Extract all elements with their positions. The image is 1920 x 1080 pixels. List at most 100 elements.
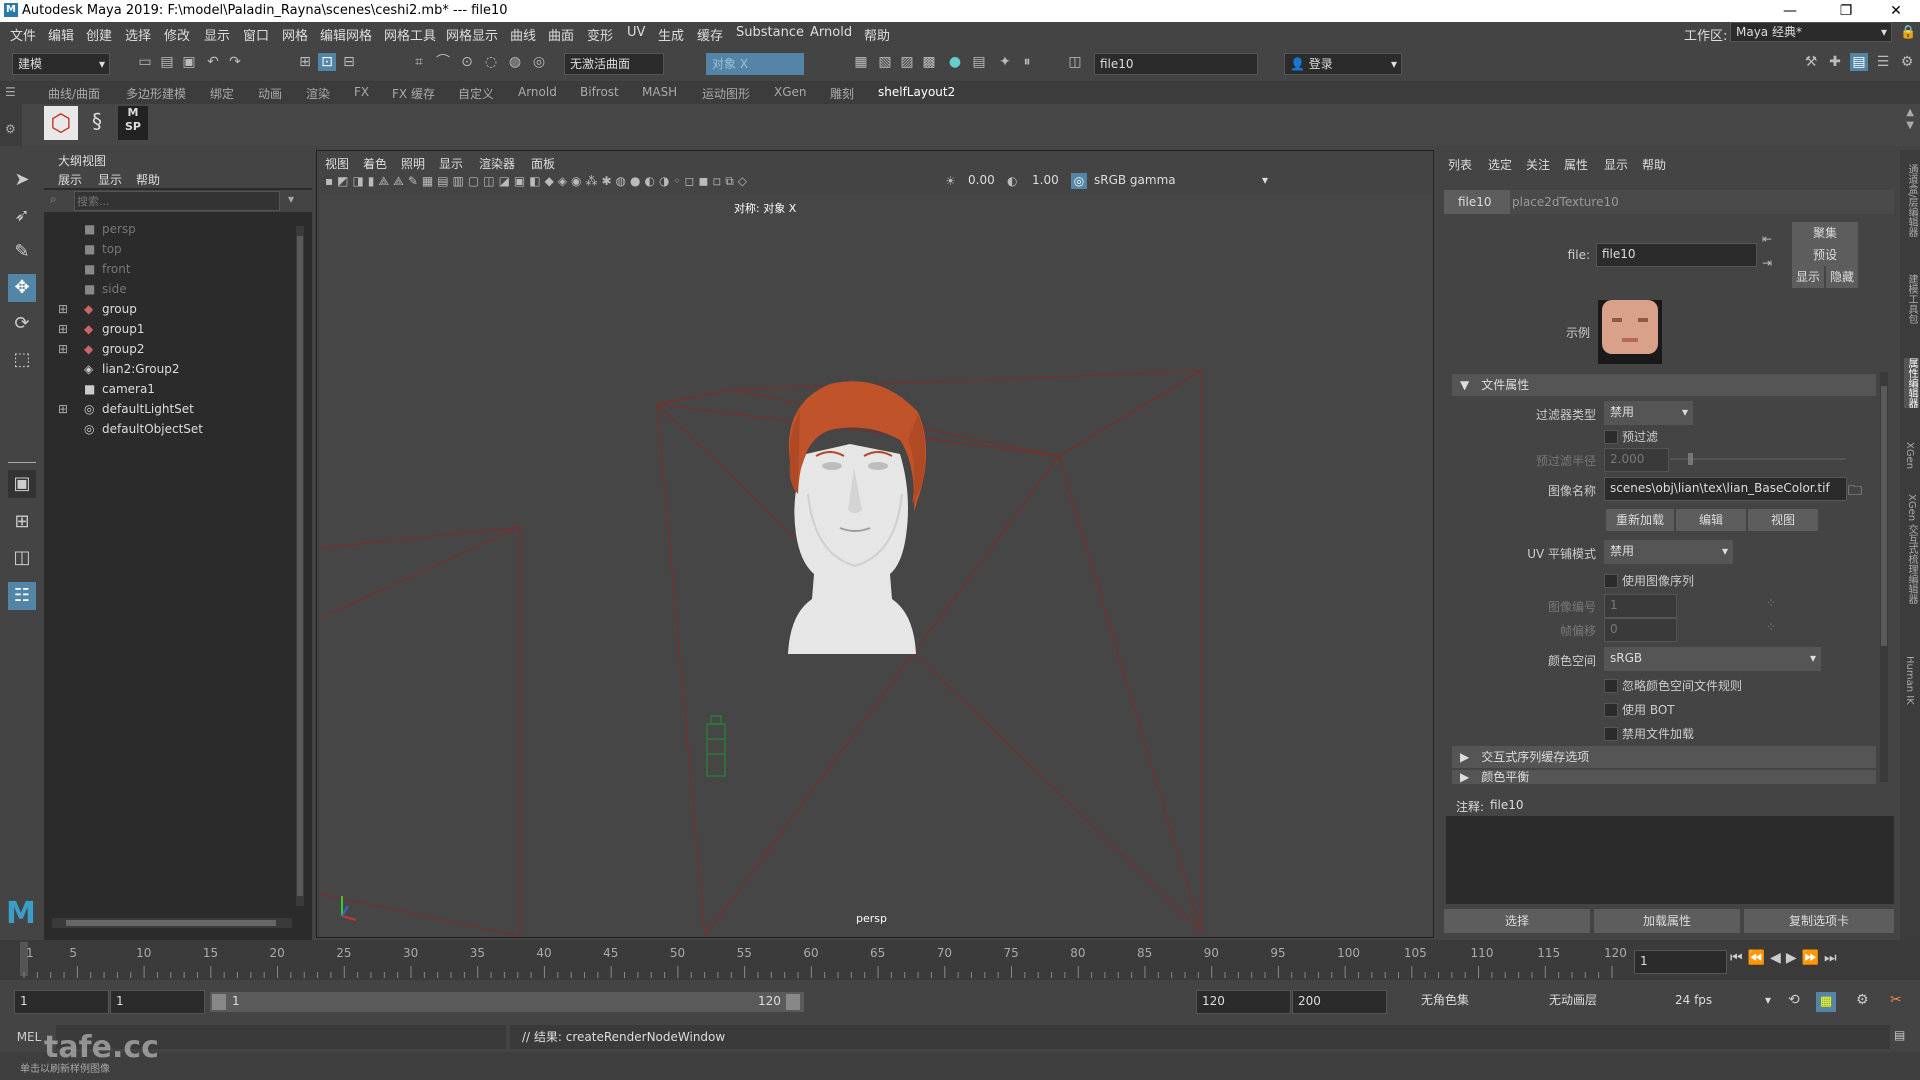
copy-tab-button[interactable]: 复制选项卡 (1744, 909, 1894, 933)
ae-tab-place2dtexture10[interactable]: place2dTexture10 (1510, 190, 1894, 214)
menu-select[interactable]: 选择 (125, 25, 151, 44)
menu-mesh[interactable]: 网格 (282, 25, 308, 44)
workspace-dropdown[interactable]: Maya 经典* ▾ (1730, 22, 1892, 42)
gamma-field[interactable]: 1.00 (1027, 172, 1072, 190)
script-editor-icon[interactable]: ▤ (1894, 1028, 1905, 1042)
rotate-tool-icon[interactable]: ⟳ (8, 310, 36, 338)
shelf-tab-fx-cache[interactable]: FX 缓存 (392, 85, 435, 102)
side-tab-attribute-editor[interactable]: 属性编辑器 (1904, 358, 1919, 408)
shelf-tab-rendering[interactable]: 渲染 (306, 85, 330, 102)
menu-substance[interactable]: Substance (736, 25, 804, 40)
prefilter-radius-field[interactable]: 2.000 (1604, 448, 1669, 472)
viewport-menu-lighting[interactable]: 照明 (401, 155, 425, 172)
channel-box-icon[interactable]: ⚙ (1898, 53, 1916, 71)
ae-vscroll[interactable] (1880, 372, 1888, 782)
3d-viewport[interactable]: 对称: 对象 X persp (320, 194, 1432, 936)
select-hierarchy-icon[interactable]: ⊞ (296, 53, 314, 71)
shelf-scroll-icon[interactable]: ▲ ▼ (1906, 106, 1914, 132)
menu-help[interactable]: 帮助 (864, 25, 890, 44)
range-slider[interactable]: 1 120 (210, 992, 804, 1012)
loop-icon[interactable]: ⟲ (1788, 992, 1800, 1008)
menu-surfaces[interactable]: 曲面 (548, 25, 574, 44)
anim-prefs-icon[interactable]: ⚙ (1856, 992, 1869, 1008)
live-surface-field[interactable]: 无激活曲面 (564, 53, 664, 75)
shelf-menu-icon[interactable]: ☰ (5, 85, 16, 99)
side-tab-xgen[interactable]: XGen (1904, 442, 1915, 469)
shelf-tab-poly[interactable]: 多边形建模 (126, 85, 186, 102)
menu-create[interactable]: 创建 (86, 25, 112, 44)
ae-menu-focus[interactable]: 关注 (1526, 156, 1550, 173)
save-scene-icon[interactable]: ▣ (180, 53, 198, 71)
output-connections-icon[interactable]: ⇥ (1762, 256, 1772, 270)
ae-color-space-dropdown[interactable]: sRGB ▾ (1604, 647, 1821, 671)
hypershade-icon[interactable]: ● (946, 53, 964, 71)
two-pane-layout-icon[interactable]: ◫ (8, 544, 36, 572)
use-image-sequence-checkbox[interactable] (1604, 574, 1618, 588)
exposure-field[interactable]: 0.00 (963, 172, 1008, 190)
menu-uv[interactable]: UV (627, 25, 645, 40)
snap-grid-icon[interactable]: ⌗ (410, 53, 428, 71)
arnold-render-icon[interactable]: ✦ (996, 53, 1014, 71)
menu-edit-mesh[interactable]: 编辑网格 (320, 25, 372, 44)
menu-file[interactable]: 文件 (10, 25, 36, 44)
undo-icon[interactable]: ↶ (204, 53, 222, 71)
menu-deform[interactable]: 变形 (587, 25, 613, 44)
shelf-tab-bifrost[interactable]: Bifrost (580, 85, 619, 99)
time-slider[interactable]: 1 5 10 15 20 25 30 35 40 45 50 55 60 65 70 75 80 85 90 95 10… (0, 940, 1920, 980)
playback-start-field[interactable]: 1 (110, 990, 205, 1014)
single-pane-layout-icon[interactable]: ▣ (8, 470, 36, 498)
mode-dropdown[interactable]: 建模 ▾ (12, 53, 110, 75)
section-color-balance[interactable]: ▶ 颜色平衡 (1452, 770, 1876, 784)
ae-menu-show[interactable]: 显示 (1604, 156, 1628, 173)
minimize-button[interactable]: — (1770, 1, 1810, 21)
edit-button[interactable]: 编辑 (1676, 509, 1746, 531)
shelf-tab-rigging[interactable]: 绑定 (210, 85, 234, 102)
select-button[interactable]: 选择 (1444, 909, 1590, 933)
shelf-tab-fx[interactable]: FX (354, 85, 369, 99)
snap-point-icon[interactable]: ⊙ (458, 53, 476, 71)
shelf-tab-mash[interactable]: MASH (642, 85, 677, 99)
menu-window[interactable]: 窗口 (243, 25, 269, 44)
lock-icon[interactable]: 🔒 (1900, 25, 1916, 40)
pause-icon[interactable]: ⏸ (1018, 53, 1036, 71)
snap-surface-icon[interactable]: ◍ (506, 53, 524, 71)
show-button[interactable]: 显示 (1792, 266, 1824, 288)
texture-sample-swatch[interactable] (1598, 300, 1662, 364)
redo-icon[interactable]: ↷ (226, 53, 244, 71)
focus-button[interactable]: 聚集 (1792, 222, 1858, 244)
render-sequence-icon[interactable]: ▧ (876, 53, 894, 71)
section-file-attributes[interactable]: ▼ 文件属性 (1452, 374, 1876, 396)
folder-icon[interactable]: 🗀 (1848, 480, 1862, 504)
image-number-field[interactable]: 1 (1604, 594, 1677, 618)
outliner-menu-display[interactable]: 展示 (58, 171, 82, 188)
presets-button[interactable]: 预设 (1792, 244, 1858, 266)
render-frame-icon[interactable]: ▦ (852, 53, 870, 71)
prefilter-checkbox[interactable] (1604, 430, 1618, 444)
color-management-icon[interactable]: ◎ (1071, 173, 1087, 189)
viewport-menu-renderer[interactable]: 渲染器 (479, 155, 515, 172)
section-interactive-sequence[interactable]: ▶ 交互式序列缓存选项 (1452, 746, 1876, 768)
select-tool-icon[interactable]: ➤ (8, 166, 36, 194)
ipr-render-icon[interactable]: ▨ (898, 53, 916, 71)
select-component-icon[interactable]: ⊟ (340, 53, 358, 71)
hide-button[interactable]: 隐藏 (1826, 266, 1858, 288)
outliner-menu-show[interactable]: 显示 (98, 171, 122, 188)
uv-tiling-dropdown[interactable]: 禁用 ▾ (1604, 540, 1733, 564)
step-forward-icon[interactable]: ⏩ (1802, 950, 1824, 966)
python-icon[interactable]: § (82, 106, 112, 136)
shelf-gear-icon[interactable]: ⚙ (5, 122, 16, 136)
step-back-icon[interactable]: ◀ (1770, 950, 1786, 966)
input-connections-icon[interactable]: ⇤ (1762, 232, 1772, 246)
expand-icon[interactable]: ⊞ (58, 302, 68, 316)
viewport-menu-show[interactable]: 显示 (439, 155, 463, 172)
anim-layer-dropdown[interactable]: 无动画层 (1544, 990, 1651, 1012)
snap-view-icon[interactable]: ◌ (482, 53, 500, 71)
menu-arnold[interactable]: Arnold (810, 25, 852, 40)
character-set-dropdown[interactable]: 无角色集 (1416, 990, 1523, 1012)
animation-end-field[interactable]: 200 (1292, 990, 1387, 1014)
filter-type-dropdown[interactable]: 禁用 ▾ (1604, 401, 1693, 425)
step-back-key-icon[interactable]: ⏪ (1748, 950, 1770, 966)
side-tab-human-ik[interactable]: Human IK (1904, 656, 1915, 705)
shelf-tab-animation[interactable]: 动画 (258, 85, 282, 102)
menu-modify[interactable]: 修改 (164, 25, 190, 44)
